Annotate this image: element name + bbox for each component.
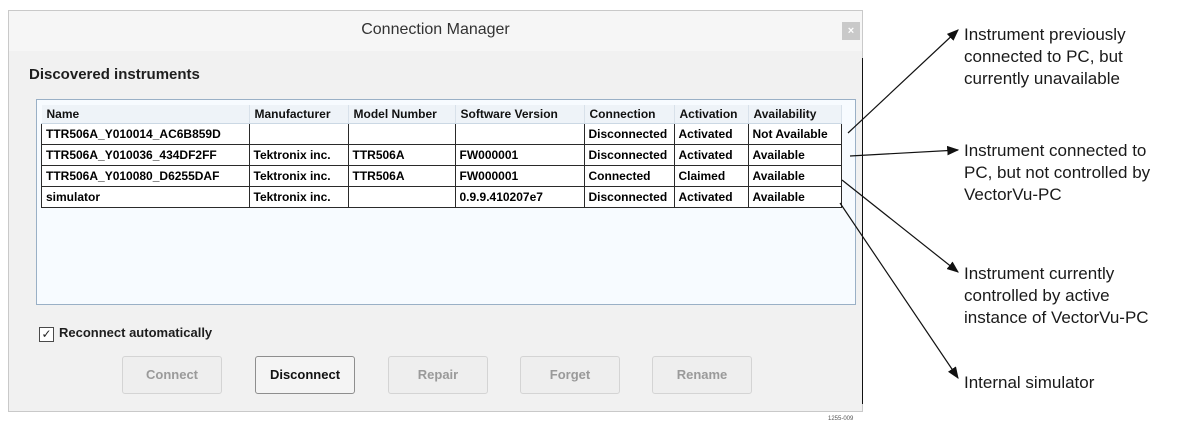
- arrow-unavailable: [847, 29, 959, 134]
- arrow-simulator: [839, 202, 959, 379]
- arrow-connected-not-controlled: [849, 145, 960, 157]
- callout-arrows: [839, 29, 960, 379]
- arrow-controlled: [841, 179, 959, 273]
